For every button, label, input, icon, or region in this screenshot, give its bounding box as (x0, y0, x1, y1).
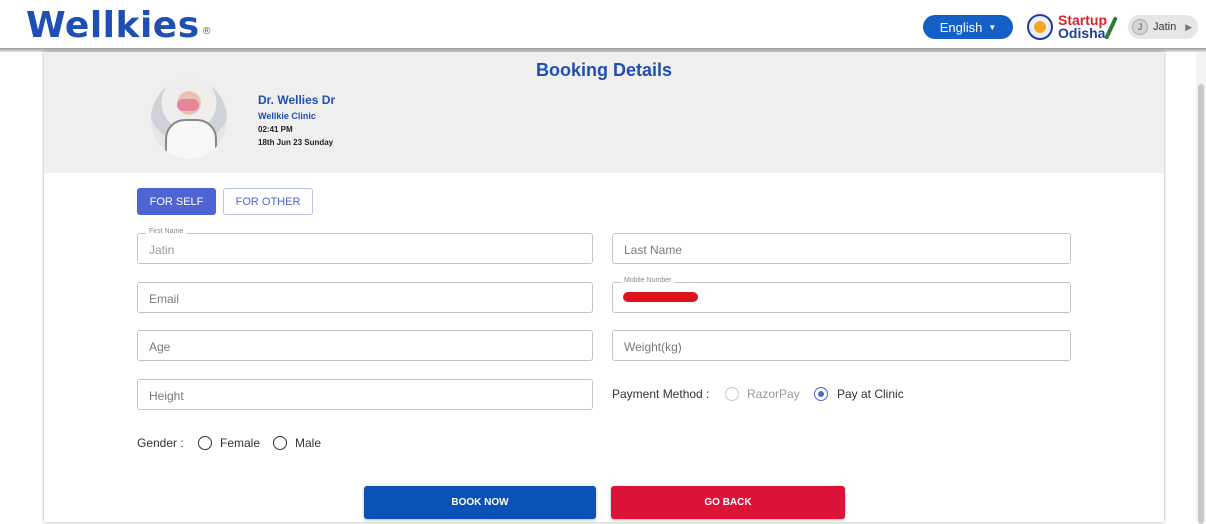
male-radio[interactable] (273, 436, 287, 450)
email-field[interactable]: Email (137, 282, 593, 313)
avatar: J (1132, 19, 1148, 35)
razorpay-label: RazorPay (747, 387, 800, 401)
last-name-placeholder: Last Name (624, 243, 683, 257)
last-name-field[interactable]: Last Name (612, 233, 1071, 264)
appointment-time: 02:41 PM (258, 125, 293, 134)
tab-for-self[interactable]: FOR SELF (137, 188, 216, 215)
mobile-number-field[interactable]: Mobile Number (612, 277, 1071, 313)
gender-label: Gender : (137, 436, 184, 450)
page-scrollbar[interactable] (1196, 52, 1206, 524)
page-title: Booking Details (535, 60, 673, 80)
scrollbar-thumb[interactable] (1198, 84, 1204, 524)
user-menu[interactable]: J Jatin ▶ (1128, 15, 1198, 39)
redacted-mobile-number (623, 292, 698, 302)
doctor-photo (151, 79, 227, 159)
male-label: Male (295, 436, 322, 450)
age-placeholder: Age (149, 340, 171, 354)
registered-mark: ® (201, 26, 213, 37)
height-placeholder: Height (149, 389, 184, 403)
logo-text: Wellkies (26, 5, 200, 46)
language-label: English (939, 19, 983, 35)
startup-odisha-logo: Startup Odisha (1027, 10, 1119, 44)
female-radio[interactable] (198, 436, 212, 450)
first-name-value: Jatin (149, 243, 175, 257)
mobile-number-label: Mobile Number (621, 277, 675, 284)
payment-method-label: Payment Method : (612, 387, 710, 401)
first-name-field[interactable]: First Name Jatin (137, 228, 593, 264)
appointment-date: 18th Jun 23 Sunday (258, 138, 334, 147)
doctor-name: Dr. Wellies Dr (258, 93, 336, 107)
language-dropdown[interactable]: English ▼ (923, 15, 1013, 39)
email-placeholder: Email (149, 292, 180, 306)
user-name: Jatin (1153, 21, 1177, 33)
razorpay-radio[interactable] (725, 387, 739, 401)
caret-down-icon: ▼ (988, 22, 997, 32)
top-navbar: Wellkies ® English ▼ Startup Odisha J Jat… (0, 0, 1206, 50)
first-name-label: First Name (146, 228, 187, 235)
startup-logo-line2: Odisha (1058, 25, 1106, 41)
height-field[interactable]: Height (137, 379, 593, 410)
pay-at-clinic-radio[interactable] (814, 387, 828, 401)
tab-for-other[interactable]: FOR OTHER (223, 188, 313, 215)
booking-card: Booking Details Dr. Wellies Dr Wellkie C… (44, 52, 1164, 522)
odisha-emblem-icon (1027, 14, 1053, 40)
weight-placeholder: Weight(kg) (624, 340, 682, 354)
wellkies-logo[interactable]: Wellkies ® (26, 4, 212, 48)
book-now-button[interactable]: BOOK NOW (364, 486, 596, 519)
booking-header: Booking Details Dr. Wellies Dr Wellkie C… (44, 52, 1164, 173)
female-label: Female (220, 436, 261, 450)
pay-at-clinic-label: Pay at Clinic (837, 387, 904, 401)
go-back-button[interactable]: GO BACK (611, 486, 845, 519)
chevron-right-icon: ▶ (1185, 21, 1193, 32)
clinic-name: Wellkie Clinic (258, 111, 316, 121)
weight-field[interactable]: Weight(kg) (612, 330, 1071, 361)
age-field[interactable]: Age (137, 330, 593, 361)
